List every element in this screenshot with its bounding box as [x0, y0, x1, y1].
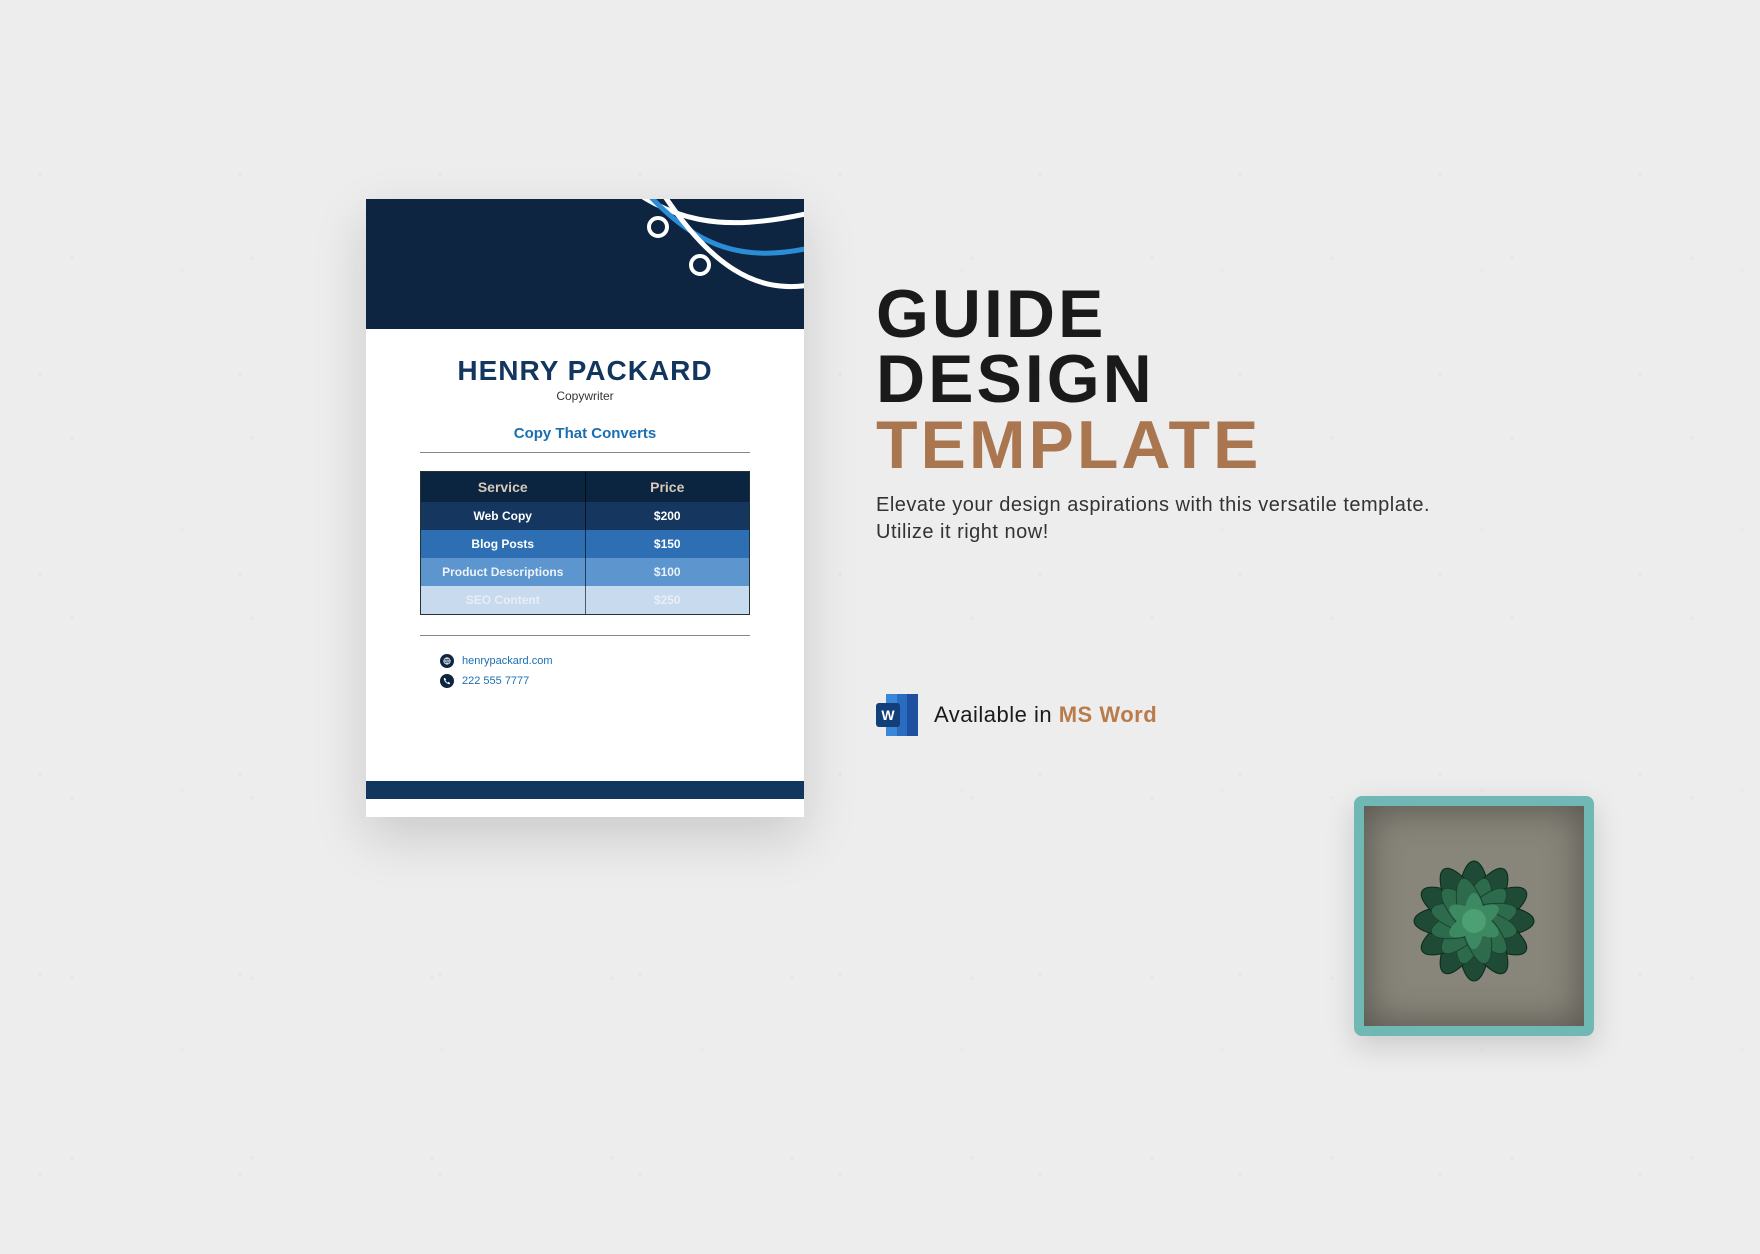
availability-row: W Available in MS Word	[876, 694, 1157, 736]
author-role: Copywriter	[406, 389, 764, 403]
document-banner	[366, 199, 804, 329]
website-text: henrypackard.com	[462, 655, 553, 667]
phone-text: 222 555 7777	[462, 675, 529, 687]
availability-product: MS Word	[1059, 702, 1157, 727]
author-name: HENRY PACKARD	[406, 355, 764, 387]
contact-block: henrypackard.com 222 555 7777	[440, 654, 764, 688]
word-badge-letter: W	[876, 703, 900, 727]
cell-service: Product Descriptions	[421, 558, 586, 586]
divider	[420, 635, 750, 636]
promo-heading: GUIDE DESIGN TEMPLATE	[876, 282, 1436, 478]
ms-word-icon: W	[876, 694, 918, 736]
col-header-price: Price	[586, 472, 750, 502]
table-row: Product Descriptions $100	[421, 558, 749, 586]
availability-prefix: Available in	[934, 702, 1059, 727]
contact-website: henrypackard.com	[440, 654, 764, 668]
col-header-service: Service	[421, 472, 586, 502]
promo-description: Elevate your design aspirations with thi…	[876, 492, 1436, 546]
cell-service: Web Copy	[421, 502, 586, 530]
table-row: Web Copy $200	[421, 502, 749, 530]
cell-service: Blog Posts	[421, 530, 586, 558]
promo-line-3: TEMPLATE	[876, 407, 1261, 483]
globe-icon	[440, 654, 454, 668]
phone-icon	[440, 674, 454, 688]
divider	[420, 452, 750, 453]
pricing-table: Service Price Web Copy $200 Blog Posts $…	[420, 471, 750, 615]
circuit-lines-graphic	[570, 199, 804, 329]
document-footer-bar	[366, 781, 804, 799]
tagline: Copy That Converts	[406, 425, 764, 442]
cell-price: $200	[586, 502, 750, 530]
cell-price: $250	[586, 586, 750, 614]
table-row: Blog Posts $150	[421, 530, 749, 558]
promo-block: GUIDE DESIGN TEMPLATE Elevate your desig…	[876, 282, 1436, 546]
cell-price: $100	[586, 558, 750, 586]
cell-price: $150	[586, 530, 750, 558]
table-row: SEO Content $250	[421, 586, 749, 614]
contact-phone: 222 555 7777	[440, 674, 764, 688]
document-preview: HENRY PACKARD Copywriter Copy That Conve…	[366, 199, 804, 817]
availability-text: Available in MS Word	[934, 702, 1157, 728]
cell-service: SEO Content	[421, 586, 586, 614]
succulent-plant-decoration	[1354, 796, 1594, 1036]
table-header-row: Service Price	[421, 472, 749, 502]
